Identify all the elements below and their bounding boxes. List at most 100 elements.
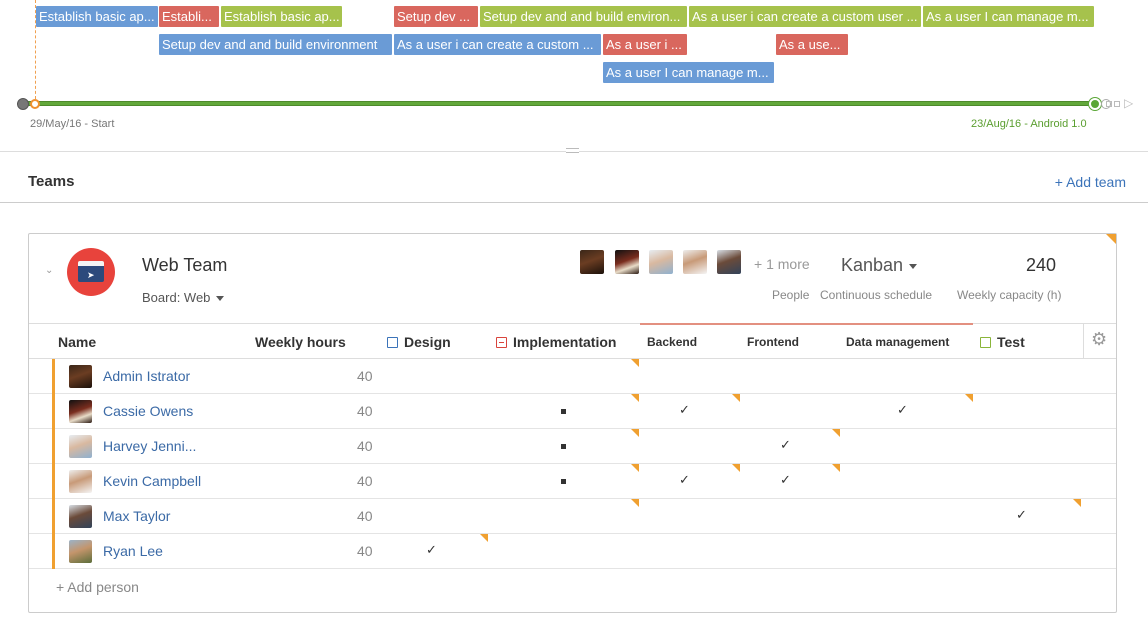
- release-node[interactable]: [1089, 98, 1101, 110]
- test-checkbox-icon[interactable]: [980, 337, 991, 348]
- team-name[interactable]: Web Team: [142, 255, 227, 276]
- start-date-label: 29/May/16 - Start: [30, 118, 115, 130]
- timeline-issue[interactable]: Establi...: [159, 6, 219, 27]
- skill-check-icon[interactable]: ✓: [679, 402, 690, 418]
- column-header-frontend[interactable]: Frontend: [747, 335, 799, 349]
- timeline-issue[interactable]: As a use...: [776, 34, 848, 55]
- avatar[interactable]: [717, 250, 741, 274]
- partial-skill-icon[interactable]: [561, 444, 566, 449]
- person-name-link[interactable]: Ryan Lee: [103, 543, 163, 559]
- table-settings-cell: ⚙: [1083, 324, 1116, 358]
- timeline-issue[interactable]: Setup dev and and build environ...: [480, 6, 687, 27]
- schedule-value: Kanban: [841, 255, 904, 275]
- table-row[interactable]: Kevin Campbell 40 ✓ ✓: [29, 464, 1116, 499]
- weekly-hours-value[interactable]: 40: [357, 403, 373, 419]
- row-status-stripe: [52, 464, 55, 499]
- timeline-issue[interactable]: As a user i can create a custom ...: [394, 34, 601, 55]
- team-card: ⌄ ➤ Web Team Board: Web + 1 more People …: [28, 233, 1117, 613]
- timeline-issue[interactable]: Setup dev ...: [394, 6, 478, 27]
- weekly-hours-value[interactable]: 40: [357, 508, 373, 524]
- person-name-link[interactable]: Admin Istrator: [103, 368, 190, 384]
- timeline-issue[interactable]: Establish basic ap...: [36, 6, 158, 27]
- add-team-link[interactable]: + Add team: [1055, 174, 1126, 190]
- person-name-link[interactable]: Max Taylor: [103, 508, 170, 524]
- schedule-label: Continuous schedule: [820, 288, 933, 302]
- team-members-table: Name Weekly hours Design Implementation …: [29, 323, 1116, 569]
- skill-check-icon[interactable]: ✓: [1016, 507, 1027, 523]
- timeline-issue[interactable]: As a user i ...: [603, 34, 687, 55]
- board-selector[interactable]: Board: Web: [142, 290, 225, 305]
- design-checkbox-icon[interactable]: [387, 337, 398, 348]
- gear-icon[interactable]: ⚙: [1091, 329, 1107, 350]
- table-header: Name Weekly hours Design Implementation …: [29, 323, 1116, 359]
- avatar[interactable]: [69, 505, 92, 528]
- column-header-data-management[interactable]: Data management: [846, 335, 949, 349]
- timeline-issue[interactable]: As a user I can manage m...: [603, 62, 774, 83]
- warning-corner-indicator: [965, 394, 973, 402]
- warning-corner-indicator: [631, 394, 639, 402]
- person-name-link[interactable]: Harvey Jenni...: [103, 438, 196, 454]
- warning-corner-indicator: [631, 359, 639, 367]
- caret-down-icon: [909, 263, 918, 269]
- person-name-link[interactable]: Cassie Owens: [103, 403, 193, 419]
- table-row[interactable]: Max Taylor 40 ✓: [29, 499, 1116, 534]
- column-header-hours[interactable]: Weekly hours: [255, 334, 346, 350]
- avatar[interactable]: [615, 250, 639, 274]
- avatar[interactable]: [69, 540, 92, 563]
- avatar[interactable]: [69, 470, 92, 493]
- resize-grip-handle[interactable]: [566, 148, 579, 153]
- warning-corner-indicator: [832, 464, 840, 472]
- implementation-checkbox-icon[interactable]: [496, 337, 507, 348]
- warning-corner-indicator: [631, 499, 639, 507]
- column-header-name[interactable]: Name: [58, 334, 96, 350]
- avatar[interactable]: [69, 365, 92, 388]
- design-label: Design: [404, 334, 451, 350]
- skill-check-icon[interactable]: ✓: [780, 437, 791, 453]
- column-header-implementation[interactable]: Implementation: [496, 334, 616, 350]
- table-row[interactable]: Admin Istrator 40: [29, 359, 1116, 394]
- warning-corner-indicator: [1106, 234, 1116, 244]
- release-date-label: 23/Aug/16 - Android 1.0: [971, 118, 1087, 130]
- schedule-selector[interactable]: Kanban: [841, 255, 918, 276]
- row-status-stripe: [52, 499, 55, 534]
- row-status-stripe: [52, 394, 55, 429]
- add-person-link[interactable]: + Add person: [56, 579, 139, 595]
- warning-corner-indicator: [732, 394, 740, 402]
- avatar[interactable]: [580, 250, 604, 274]
- avatar[interactable]: [649, 250, 673, 274]
- partial-skill-icon[interactable]: [561, 409, 566, 414]
- weekly-capacity-value: 240: [1026, 255, 1057, 275]
- skill-check-icon[interactable]: ✓: [780, 472, 791, 488]
- skill-check-icon[interactable]: ✓: [426, 542, 437, 558]
- more-people-link[interactable]: + 1 more: [754, 256, 810, 272]
- avatar[interactable]: [69, 400, 92, 423]
- collapse-chevron-icon[interactable]: ⌄: [45, 265, 53, 276]
- column-header-test[interactable]: Test: [980, 334, 1025, 350]
- timeline-issue[interactable]: Establish basic ap...: [221, 6, 342, 27]
- timeline-start-handle[interactable]: [17, 98, 29, 110]
- column-header-design[interactable]: Design: [387, 334, 451, 350]
- column-header-backend[interactable]: Backend: [647, 335, 697, 349]
- weekly-hours-value[interactable]: 40: [357, 368, 373, 384]
- warning-corner-indicator: [832, 429, 840, 437]
- partial-skill-icon[interactable]: [561, 479, 566, 484]
- skill-check-icon[interactable]: ✓: [897, 402, 908, 418]
- warning-corner-indicator: [631, 429, 639, 437]
- timeline-issue[interactable]: As a user I can manage m...: [923, 6, 1094, 27]
- chevron-right-icon: ▷: [1124, 96, 1134, 110]
- table-row[interactable]: Harvey Jenni... 40 ✓: [29, 429, 1116, 464]
- person-name-link[interactable]: Kevin Campbell: [103, 473, 201, 489]
- table-row[interactable]: Cassie Owens 40 ✓ ✓: [29, 394, 1116, 429]
- timeline-issue[interactable]: As a user i can create a custom user ...: [689, 6, 921, 27]
- cursor-icon: ➤: [87, 270, 95, 280]
- weekly-hours-value[interactable]: 40: [357, 543, 373, 559]
- skill-check-icon[interactable]: ✓: [679, 472, 690, 488]
- weekly-hours-value[interactable]: 40: [357, 473, 373, 489]
- weekly-hours-value[interactable]: 40: [357, 438, 373, 454]
- table-row[interactable]: Ryan Lee 40 ✓: [29, 534, 1116, 569]
- avatar[interactable]: [69, 435, 92, 458]
- warning-corner-indicator: [732, 464, 740, 472]
- timeline-issue[interactable]: Setup dev and and build environment: [159, 34, 392, 55]
- table-body: Admin Istrator 40 Cassie Owens 40 ✓ ✓ Harvey J…: [29, 359, 1116, 569]
- avatar[interactable]: [683, 250, 707, 274]
